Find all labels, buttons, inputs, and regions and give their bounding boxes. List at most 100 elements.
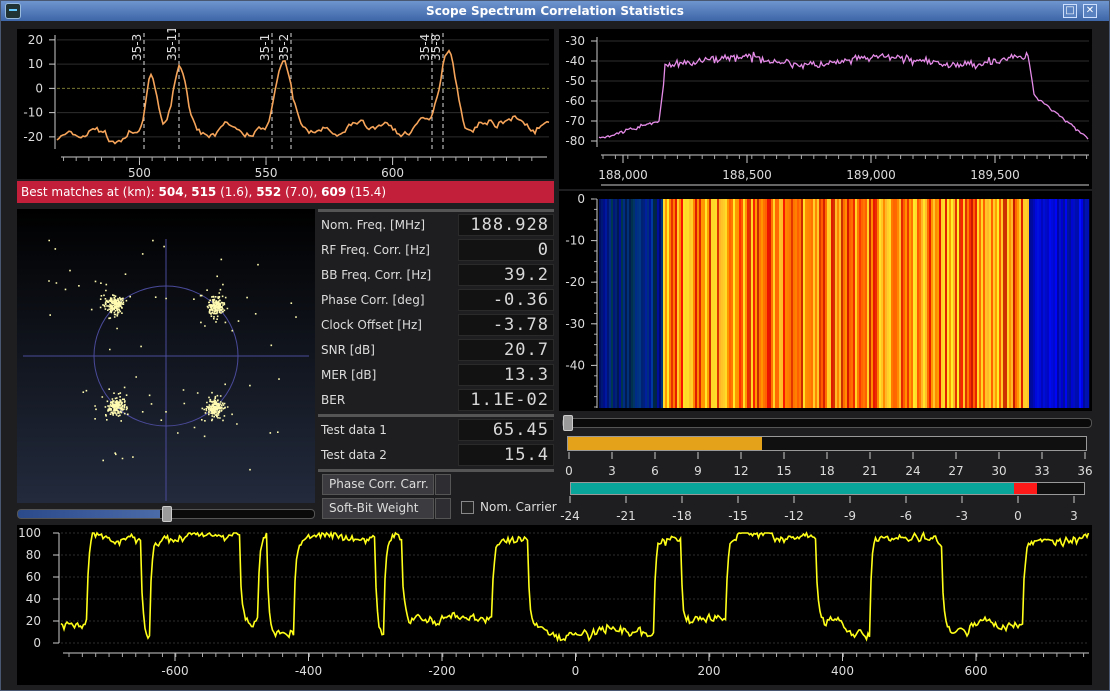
waterfall-column [775,199,778,408]
x-tick-label: -200 [428,664,455,678]
spectrum-plot: -30 -40 -50 -60 -70 -80 188,000 188,500 189,000 1… [559,29,1092,189]
scale-label: -15 [728,509,748,523]
waterfall-column [749,199,752,408]
slider-handle[interactable] [162,506,172,522]
waterfall-column [1087,199,1090,408]
spectrum-trace [598,51,1089,140]
main-window: Scope Spectrum Correlation Statistics □ … [0,0,1110,691]
waterfall-column [805,199,808,408]
waterfall-column [849,199,852,408]
slider-handle[interactable] [563,415,573,431]
waterfall-slider[interactable] [562,415,1092,431]
scale-label: 3 [1070,509,1078,523]
waterfall-column [783,199,786,408]
stat-label: MER [dB] [321,368,377,382]
waterfall-column [631,199,634,408]
phase-corr-carr-value[interactable] [435,474,451,495]
waterfall-column [1009,199,1012,408]
waterfall-column [933,199,936,408]
waterfall-column [647,199,650,408]
soft-bit-weight-value[interactable] [435,498,451,519]
waterfall-column [915,199,918,408]
waterfall-column [633,199,636,408]
waterfall-column [723,199,726,408]
waterfall-column [1061,199,1064,408]
y-tick-label: 0 [33,636,41,650]
waterfall-column [763,199,766,408]
waterfall-column [1011,199,1014,408]
y-tick-label: 0 [577,192,585,206]
y-tick-label: -80 [565,134,585,148]
waterfall-column [755,199,758,408]
x-tick-label: 600 [965,664,988,678]
waterfall-column [987,199,990,408]
waterfall-column [725,199,728,408]
waterfall-column [981,199,984,408]
waterfall-column [893,199,896,408]
waterfall-column [629,199,632,408]
y-tick-label: -10 [565,234,585,248]
waterfall-column [677,199,680,408]
scale-label: -21 [616,509,636,523]
waterfall-column [679,199,682,408]
waterfall-column [863,199,866,408]
scale-label: 0 [1014,509,1022,523]
phase-corr-carr-button[interactable]: Phase Corr. Carr. [322,474,434,495]
waterfall-column [689,199,692,408]
title-bar[interactable]: Scope Spectrum Correlation Statistics □ … [1,1,1109,21]
waterfall-column [683,199,686,408]
waterfall-column [917,199,920,408]
scale-label: 27 [948,464,963,478]
stat-value: 20.7 [458,339,554,361]
waterfall-column [659,199,662,408]
scale-label: 21 [862,464,877,478]
stat-row: RF Freq. Corr. [Hz] 0 [318,238,554,262]
waterfall-column [1039,199,1042,408]
waterfall-column [877,199,880,408]
waterfall-column [1043,199,1046,408]
waterfall-column [699,199,702,408]
correlation-plot: 20 10 0 -10 -20 500 550 600 35-3 35-11 35-1 35-2 35-… [17,29,554,179]
y-tick-label: -50 [565,74,585,88]
soft-bit-weight-button[interactable]: Soft-Bit Weight [322,498,434,519]
waterfall-column [1013,199,1016,408]
waterfall-column [737,199,740,408]
close-icon[interactable]: ✕ [1083,4,1097,18]
waterfall-column [847,199,850,408]
waterfall-plot: 0 -10 -20 -30 -40 [559,191,1092,411]
waterfall-column [657,199,660,408]
waterfall-column [835,199,838,408]
waterfall-column [1083,199,1086,408]
y-tick-label: 20 [26,614,41,628]
waterfall-column [787,199,790,408]
waterfall-column [889,199,892,408]
waterfall-column [1057,199,1060,408]
waterfall-column [715,199,718,408]
waterfall-column [1079,199,1082,408]
separator [318,209,554,212]
x-tick-label: 188,500 [722,168,772,182]
waterfall-column [1085,199,1088,408]
waterfall-column [1005,199,1008,408]
waterfall-column [639,199,642,408]
waterfall-column [793,199,796,408]
constellation-plot [17,209,315,503]
waterfall-column [635,199,638,408]
nom-carrier-checkbox[interactable] [461,501,474,514]
waterfall-column [765,199,768,408]
x-tick-label: 550 [255,166,278,179]
waterfall-column [1021,199,1024,408]
waterfall-column [809,199,812,408]
constellation-zoom-slider[interactable] [17,506,315,522]
scale-label: -12 [784,509,804,523]
test-row: Test data 1 65.45 [318,418,554,442]
waterfall-column [827,199,830,408]
waterfall-column [693,199,696,408]
waterfall-column [995,199,998,408]
x-tick-label: 200 [698,664,721,678]
maximize-icon[interactable]: □ [1063,4,1077,18]
stat-label: Nom. Freq. [MHz] [321,218,426,232]
waterfall-column [769,199,772,408]
waterfall-column [707,199,710,408]
match-marker-label: 35-1 [258,34,272,61]
